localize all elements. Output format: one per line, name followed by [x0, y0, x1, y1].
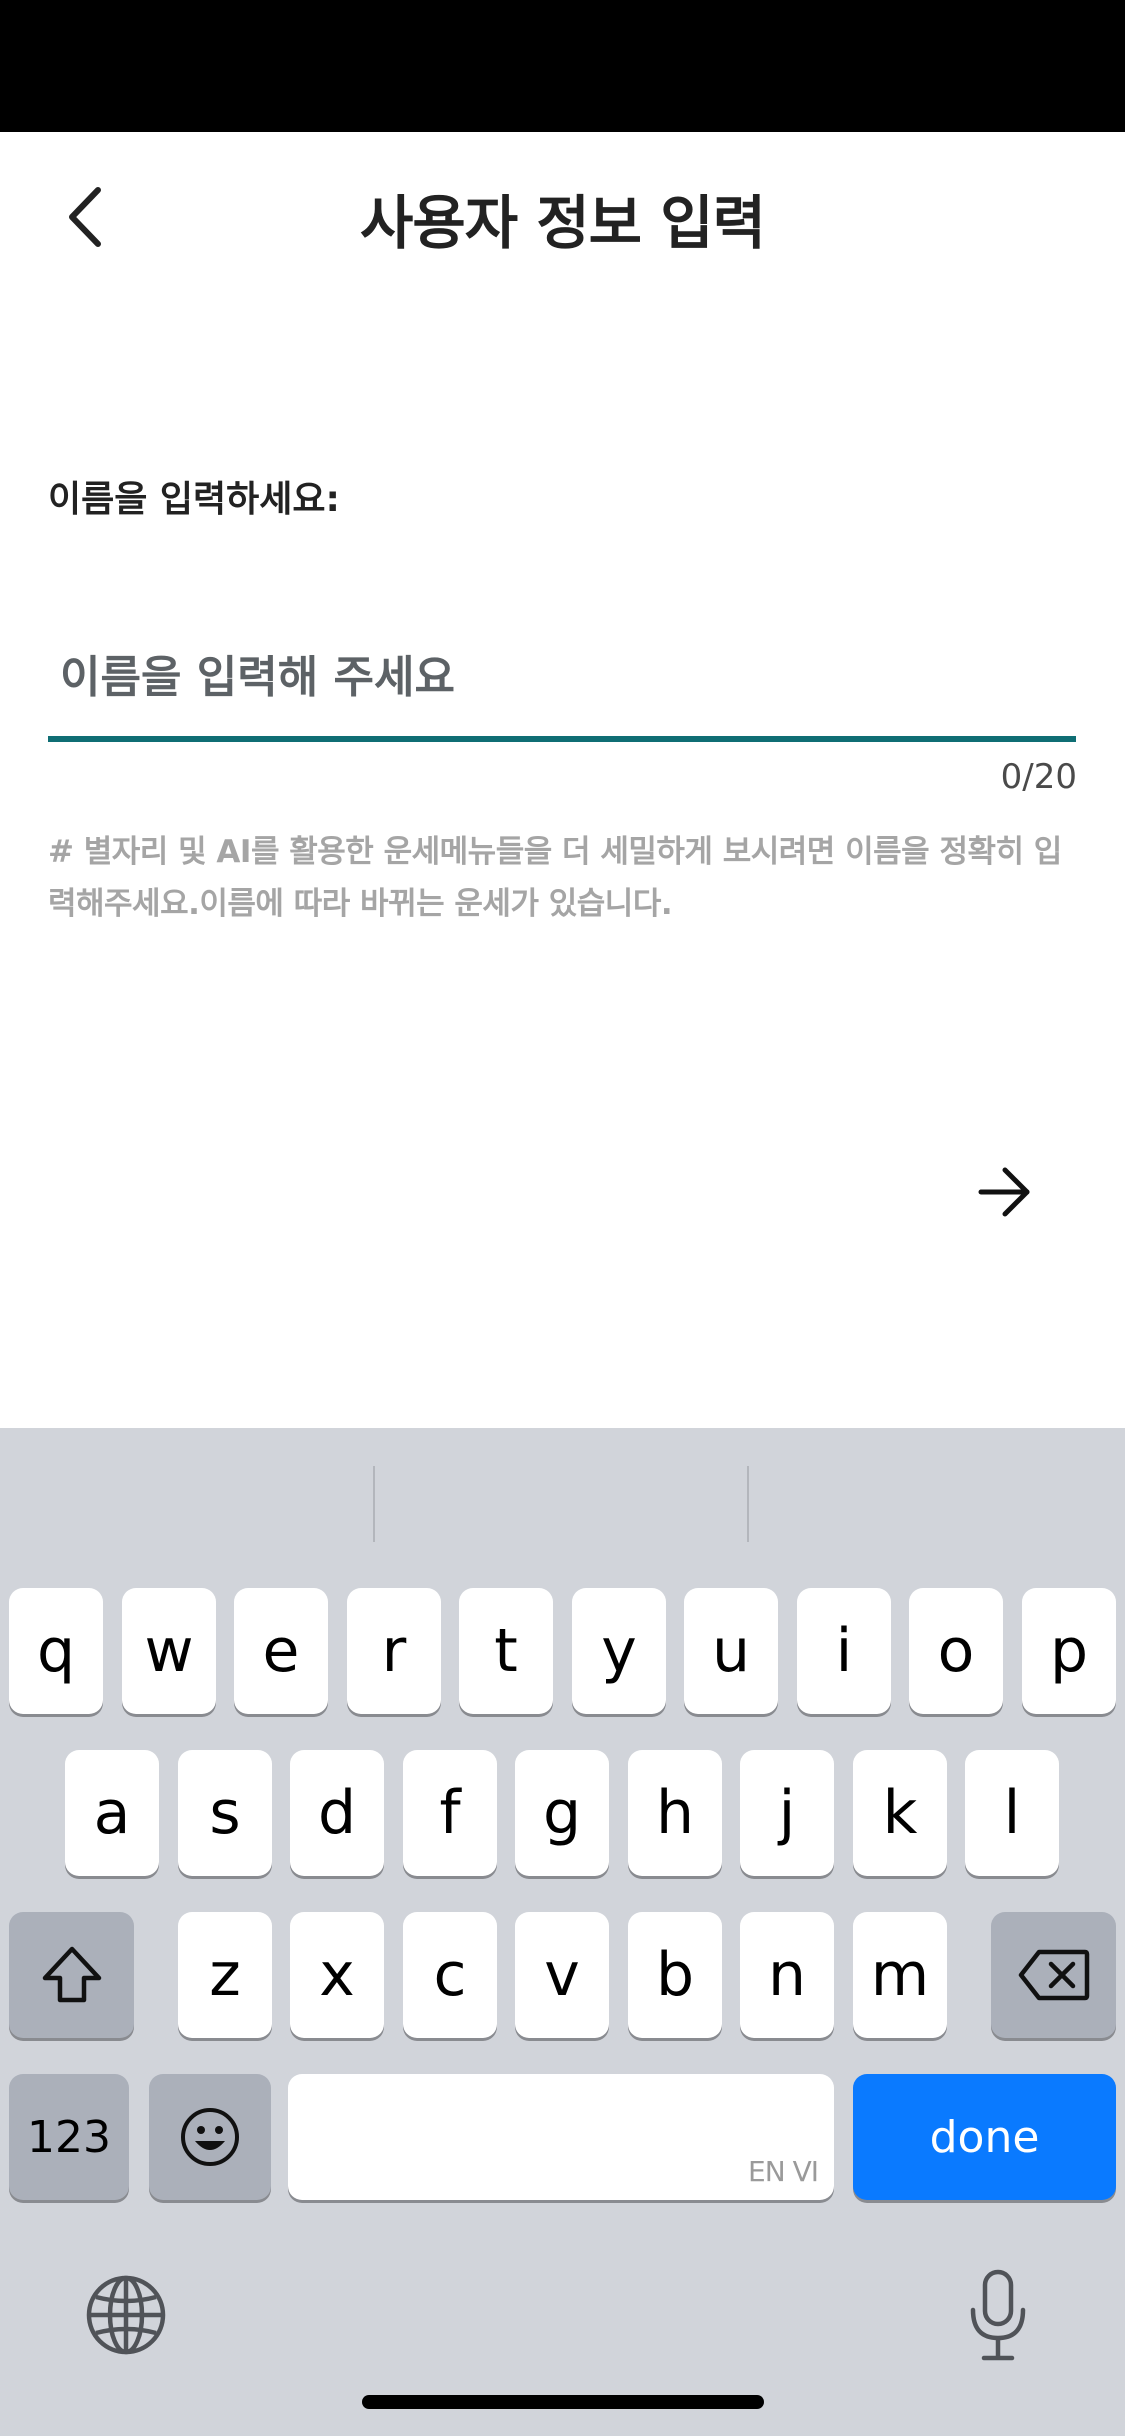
key-f[interactable]: f: [403, 1750, 497, 1876]
key-u[interactable]: u: [684, 1588, 778, 1714]
keyboard: q w e r t y u i o p a s d f g h j k l z …: [0, 1428, 1125, 2436]
microphone-icon: [970, 2269, 1026, 2361]
key-w[interactable]: w: [122, 1588, 216, 1714]
key-t[interactable]: t: [459, 1588, 553, 1714]
emoji-icon: [181, 2108, 239, 2166]
key-k[interactable]: k: [853, 1750, 947, 1876]
numbers-key[interactable]: 123: [9, 2074, 129, 2200]
name-input[interactable]: [60, 632, 1060, 722]
key-o[interactable]: o: [909, 1588, 1003, 1714]
key-d[interactable]: d: [290, 1750, 384, 1876]
home-indicator: [362, 2395, 764, 2409]
key-x[interactable]: x: [290, 1912, 384, 2038]
key-z[interactable]: z: [178, 1912, 272, 2038]
key-r[interactable]: r: [347, 1588, 441, 1714]
shift-key[interactable]: [9, 1912, 134, 2038]
key-b[interactable]: b: [628, 1912, 722, 2038]
key-i[interactable]: i: [797, 1588, 891, 1714]
key-n[interactable]: n: [740, 1912, 834, 2038]
name-field-label: 이름을 입력하세요:: [48, 479, 340, 520]
done-key[interactable]: done: [853, 2074, 1116, 2200]
hint-text: # 별자리 및 AI를 활용한 운세메뉴들을 더 세밀하게 보시려면 이름을 정…: [48, 834, 1062, 922]
key-a[interactable]: a: [65, 1750, 159, 1876]
globe-icon: [86, 2275, 166, 2355]
key-h[interactable]: h: [628, 1750, 722, 1876]
suggestion-divider: [373, 1466, 375, 1542]
backspace-key[interactable]: [991, 1912, 1116, 2038]
status-bar: [0, 0, 1125, 132]
key-e[interactable]: e: [234, 1588, 328, 1714]
key-m[interactable]: m: [853, 1912, 947, 2038]
page-title: 사용자 정보 입력: [360, 189, 766, 257]
dictation-button[interactable]: [958, 2266, 1038, 2366]
space-key[interactable]: EN VI: [288, 2074, 834, 2200]
key-j[interactable]: j: [740, 1750, 834, 1876]
key-y[interactable]: y: [572, 1588, 666, 1714]
key-c[interactable]: c: [403, 1912, 497, 2038]
emoji-key[interactable]: [149, 2074, 271, 2200]
name-field[interactable]: [48, 610, 1076, 742]
nav-bar: 사용자 정보 입력: [0, 132, 1125, 302]
key-q[interactable]: q: [9, 1588, 103, 1714]
key-s[interactable]: s: [178, 1750, 272, 1876]
space-language-label: EN VI: [748, 2155, 819, 2188]
globe-button[interactable]: [84, 2273, 168, 2357]
backspace-icon: [1018, 1949, 1089, 2001]
key-v[interactable]: v: [515, 1912, 609, 2038]
character-counter: 0/20: [1000, 757, 1077, 797]
key-p[interactable]: p: [1022, 1588, 1116, 1714]
suggestion-divider: [747, 1466, 749, 1542]
key-l[interactable]: l: [965, 1750, 1059, 1876]
key-g[interactable]: g: [515, 1750, 609, 1876]
shift-icon: [42, 1946, 101, 2003]
next-button[interactable]: [962, 1152, 1048, 1232]
arrow-right-icon: [978, 1167, 1030, 1217]
